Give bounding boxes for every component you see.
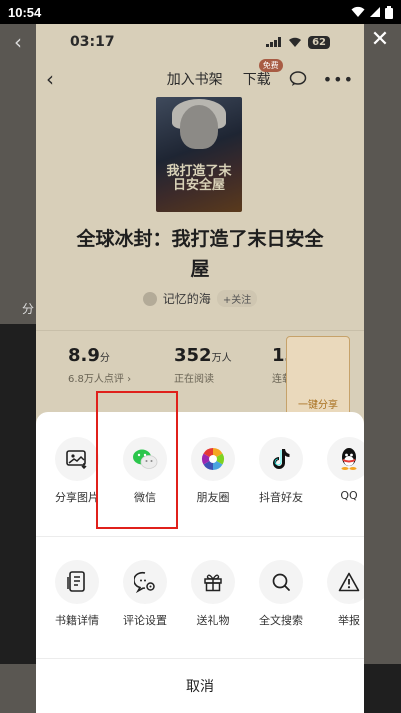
comment-icon[interactable] [289,71,307,87]
book-details-icon [55,560,99,604]
download-label: 下载 [242,72,271,88]
douyin-icon [259,437,303,481]
douyin-friends-button[interactable]: 抖音好友 [248,437,314,505]
battery-icon [385,5,393,19]
share-card-label: 一键分享 [298,400,338,411]
moments-icon [191,437,235,481]
moments-button[interactable]: 朋友圈 [180,437,246,505]
inner-wifi-icon [289,37,302,47]
divider [36,536,364,537]
free-badge: 免费 [258,59,283,72]
outer-back-icon[interactable]: ‹ [14,30,22,54]
book-nav-bar: ‹ 加入书架 下载 免费 ••• [36,59,364,94]
wifi-icon [351,6,365,17]
author-name[interactable]: 记忆的海 [163,290,211,307]
book-title: 全球冰封：我打造了末日安全屋 [76,228,324,280]
close-icon[interactable]: ✕ [369,28,391,50]
background-text: 分 [22,302,35,316]
download-button[interactable]: 下载 免费 [242,59,283,89]
actions-row: 书籍详情 评论设置 送礼物 全文搜索 举报 [36,560,364,650]
report-icon [327,560,364,604]
search-icon [259,560,303,604]
gift-icon [191,560,235,604]
inner-clock: 03:17 [70,34,115,50]
inner-battery: 62 [308,35,330,49]
cover-title: 我打造了末日安全屋 [166,164,232,193]
back-icon[interactable]: ‹ [46,67,66,91]
share-card-preview[interactable]: 一键分享 [286,336,350,416]
author-avatar[interactable] [142,291,157,306]
follow-button[interactable]: +关注 [216,290,258,307]
book-cover[interactable]: 我打造了末日安全屋 [156,97,242,212]
stat-readers: 352万人 正在阅读 [174,345,232,385]
comment-settings-button[interactable]: 评论设置 [112,560,178,628]
comment-settings-icon [123,560,167,604]
image-share-icon [55,437,99,481]
send-gift-button[interactable]: 送礼物 [180,560,246,628]
author-row: 记忆的海 +关注 [36,290,364,307]
qq-button[interactable]: QQ [316,437,364,502]
share-sheet: 分享图片 微信 朋友圈 抖音好友 QQ 书籍详情 评论设置 送礼物 全文搜索 举… [36,412,364,713]
wechat-highlight-box [96,391,178,529]
inner-signal-icon [266,37,282,47]
inner-status-bar: 03:17 62 [36,24,364,60]
background-left-panel [0,24,36,713]
signal-icon [370,7,380,17]
share-targets-row: 分享图片 微信 朋友圈 抖音好友 QQ [36,437,364,527]
report-button[interactable]: 举报 [316,560,364,628]
cancel-button[interactable]: 取消 [36,659,364,713]
background-right-panel [364,24,401,713]
fulltext-search-button[interactable]: 全文搜索 [248,560,314,628]
status-icons [351,5,393,19]
qq-icon [327,437,364,481]
system-status-bar: 10:54 [0,0,401,24]
more-icon[interactable]: ••• [323,70,354,89]
book-details-button[interactable]: 书籍详情 [44,560,110,628]
stat-rating[interactable]: 8.9分 6.8万人点评 › [68,345,131,385]
clock: 10:54 [8,4,42,20]
add-to-shelf-button[interactable]: 加入书架 [167,69,223,89]
